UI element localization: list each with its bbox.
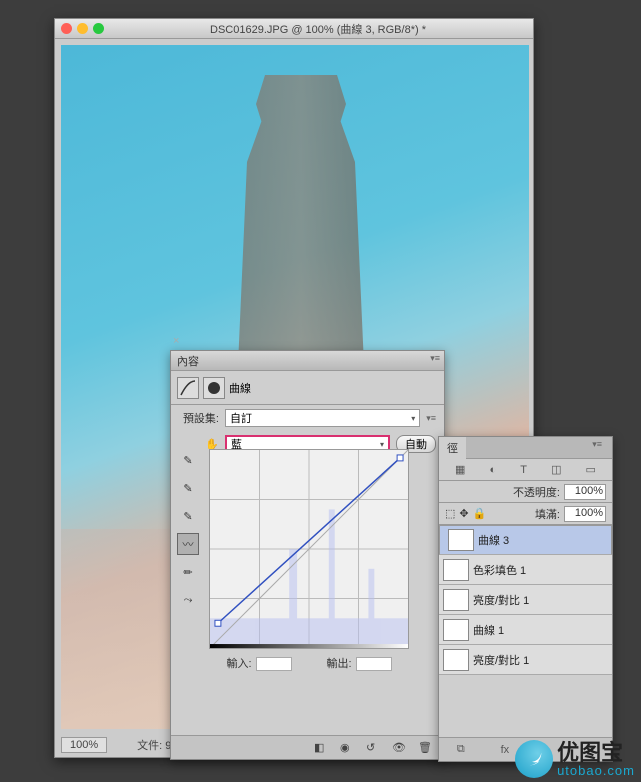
input-output-row: 輸入: 輸出: (209, 655, 409, 671)
logo-icon (515, 740, 553, 778)
layer-thumb-icon (443, 559, 469, 581)
layers-panel: 徑 ▾≡ ▦ ◐ T ◫ ▭ 不透明度: 100% ⬚ ✥ 🔒 填滿: 100%… (438, 436, 613, 762)
layer-thumb-icon (448, 529, 474, 551)
pencil-icon[interactable]: ✏ (177, 561, 199, 583)
lock-move-icon[interactable]: ✥ (459, 507, 468, 520)
fx-icon[interactable]: fx (501, 744, 510, 756)
window-title: DSC01629.JPG @ 100% (曲線 3, RGB/8*) * (109, 21, 527, 37)
watermark-cn: 优图宝 (557, 742, 635, 764)
trash-icon[interactable]: 🗑 (418, 741, 434, 755)
layer-item[interactable]: 亮度/對比 1 (439, 645, 612, 675)
adjustment-label: 曲線 (229, 380, 251, 396)
panel-footer: ◧ ◉ ↺ 👁 🗑 (171, 735, 444, 759)
filter-image-icon[interactable]: ▦ (455, 463, 465, 476)
tab-paths[interactable]: 徑 (439, 437, 466, 459)
eyedropper-white-icon[interactable]: ✎ (177, 505, 199, 527)
output-field[interactable] (356, 657, 392, 671)
lock-icon[interactable]: ⬚ (445, 507, 455, 520)
lock-all-icon[interactable]: 🔒 (473, 507, 487, 520)
layer-thumb-icon (443, 649, 469, 671)
layer-thumb-icon (443, 619, 469, 641)
curves-graph[interactable] (209, 449, 409, 649)
zoom-window-icon[interactable] (93, 23, 104, 34)
watermark: 优图宝 utobao.com (515, 740, 635, 778)
panel-menu-icon[interactable]: ▾≡ (592, 439, 602, 450)
zoom-value[interactable]: 100% (61, 737, 107, 753)
panel-menu-icon[interactable]: ▾≡ (430, 353, 440, 364)
eyedropper-black-icon[interactable]: ✎ (177, 449, 199, 471)
opacity-row: 不透明度: 100% (439, 481, 612, 503)
preset-select[interactable]: 自訂▾ (225, 409, 420, 427)
layer-item[interactable]: 曲線 1 (439, 615, 612, 645)
watermark-en: utobao.com (557, 764, 635, 777)
filter-smart-icon[interactable]: ▭ (586, 463, 596, 476)
curves-icon[interactable] (177, 377, 199, 399)
layer-item[interactable]: 色彩填色 1 (439, 555, 612, 585)
layer-item[interactable]: 亮度/對比 1 (439, 585, 612, 615)
panel-tabs: 徑 ▾≡ (439, 437, 612, 459)
panel-header: 內容 ▾≡ (171, 351, 444, 371)
opacity-label: 不透明度: (513, 484, 560, 500)
curve-tools: ✎ ✎ ✎ 〰 ✏ ⤳ (177, 449, 201, 611)
filter-shape-icon[interactable]: ◫ (551, 463, 561, 476)
preset-label: 預設集: (179, 410, 219, 426)
adjustment-type-row: 曲線 (171, 371, 444, 405)
fill-value[interactable]: 100% (564, 506, 606, 522)
preset-row: 預設集: 自訂▾ ▾≡ (171, 405, 444, 431)
reset-icon[interactable]: ↺ (366, 741, 382, 755)
input-label: 輸入: (226, 658, 251, 670)
panel-close-icon[interactable]: × (173, 335, 187, 349)
properties-panel: × 內容 ▾≡ 曲線 預設集: 自訂▾ ▾≡ ✋ 藍▾ 自動 ✎ ✎ ✎ 〰 ✏… (170, 350, 445, 760)
minimize-icon[interactable] (77, 23, 88, 34)
opacity-value[interactable]: 100% (564, 484, 606, 500)
prev-state-icon[interactable]: ◉ (340, 741, 356, 755)
mask-icon[interactable] (203, 377, 225, 399)
filter-adjust-icon[interactable]: ◐ (490, 464, 497, 476)
panel-title: 內容 (177, 353, 199, 369)
visibility-icon[interactable]: 👁 (392, 741, 408, 755)
smooth-icon[interactable]: ⤳ (177, 589, 199, 611)
fill-label: 填滿: (535, 506, 560, 522)
layer-thumb-icon (443, 589, 469, 611)
link-icon[interactable]: ⧉ (457, 743, 465, 756)
window-titlebar: DSC01629.JPG @ 100% (曲線 3, RGB/8*) * (55, 19, 533, 39)
layer-item[interactable]: 曲線 3 (439, 525, 612, 555)
input-field[interactable] (256, 657, 292, 671)
output-label: 輸出: (326, 658, 351, 670)
eyedropper-gray-icon[interactable]: ✎ (177, 477, 199, 499)
fill-row: ⬚ ✥ 🔒 填滿: 100% (439, 503, 612, 525)
curve-point-icon[interactable]: 〰 (177, 533, 199, 555)
close-icon[interactable] (61, 23, 72, 34)
preset-menu-icon[interactable]: ▾≡ (426, 413, 436, 424)
filter-text-icon[interactable]: T (520, 464, 527, 476)
clip-icon[interactable]: ◧ (314, 741, 330, 755)
layer-filter-row: ▦ ◐ T ◫ ▭ (439, 459, 612, 481)
